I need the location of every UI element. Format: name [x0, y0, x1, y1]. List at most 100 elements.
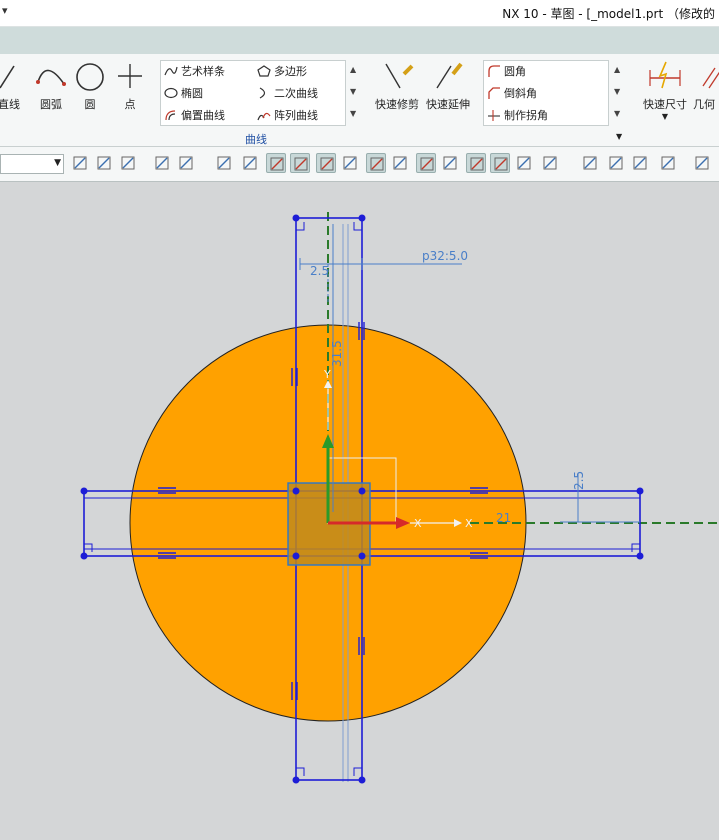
layer-icon: [609, 156, 623, 170]
filter-button[interactable]: [94, 153, 114, 173]
dimension-width-label[interactable]: 2.5: [310, 264, 329, 278]
point-on-curve-icon: [494, 157, 508, 171]
face-button[interactable]: [514, 153, 534, 173]
snap-point-icon: [270, 157, 284, 171]
vertex-point[interactable]: [358, 552, 366, 560]
point-on-curve-button[interactable]: [490, 153, 510, 173]
vertex-point[interactable]: [292, 487, 300, 495]
geometric-constraints-button[interactable]: 几何: [693, 58, 719, 112]
intersection-icon: [370, 157, 384, 171]
vertex-point[interactable]: [80, 487, 88, 495]
gear-icon: [661, 156, 675, 170]
render-icon: [695, 156, 709, 170]
curve-point-button[interactable]: [340, 153, 360, 173]
offset-curve-label: 偏置曲线: [181, 109, 225, 122]
layer-button[interactable]: [606, 153, 626, 173]
quick-access-dropdown-icon[interactable]: ▾: [2, 4, 8, 17]
arc-button[interactable]: 圆弧: [32, 58, 70, 112]
vertex-point[interactable]: [636, 552, 644, 560]
vertex-point[interactable]: [80, 552, 88, 560]
gallery-item-conic[interactable]: 二次曲线: [257, 85, 318, 101]
gallery-item-offset-curve[interactable]: 偏置曲线: [164, 107, 225, 123]
refresh-icon: [633, 156, 647, 170]
midpoint-icon: [320, 157, 334, 171]
endpoint-button[interactable]: [290, 153, 310, 173]
dimension-p32-label[interactable]: p32:5.0: [422, 249, 468, 263]
circle-label: 圆: [84, 98, 96, 111]
rapid-dimension-dropdown-icon[interactable]: ▼: [640, 112, 690, 121]
point-label: 点: [124, 98, 136, 111]
refresh-button[interactable]: [630, 153, 650, 173]
circle-button[interactable]: 圆: [71, 58, 109, 112]
midpoint-button[interactable]: [316, 153, 336, 173]
line-button[interactable]: 直线: [0, 58, 28, 112]
line-label: 直线: [0, 98, 20, 111]
vertex-point[interactable]: [292, 214, 300, 222]
vertex-point[interactable]: [358, 214, 366, 222]
view-button[interactable]: [580, 153, 600, 173]
move-button[interactable]: [152, 153, 172, 173]
gallery-item-pattern-curve[interactable]: 阵列曲线: [257, 107, 318, 123]
gear-button[interactable]: [658, 153, 678, 173]
endpoint-icon: [294, 157, 308, 171]
quadrant-button[interactable]: [390, 153, 410, 173]
title-bar: ▾ NX 10 - 草图 - [_model1.prt （修改的: [0, 0, 719, 27]
quick-trim-button[interactable]: 快速修剪: [372, 58, 422, 112]
curve-group-label: 曲线: [245, 133, 267, 146]
vertex-point[interactable]: [292, 552, 300, 560]
snap-point-button[interactable]: [266, 153, 286, 173]
circle-icon: [71, 58, 109, 96]
vertex-point[interactable]: [358, 487, 366, 495]
spline-icon: [164, 65, 178, 77]
vertex-point[interactable]: [358, 776, 366, 784]
gallery-item-polygon[interactable]: 多边形: [257, 63, 307, 79]
vertex-point[interactable]: [292, 776, 300, 784]
arc-label: 圆弧: [40, 98, 62, 111]
corner-gallery-scroll[interactable]: ▲ ▼ ▼: [614, 64, 620, 119]
dimension-p32[interactable]: p32:5.0 2.5: [299, 249, 468, 302]
quick-extend-label: 快速延伸: [426, 98, 470, 111]
fillet-label: 圆角: [504, 65, 526, 78]
center-icon: [420, 157, 434, 171]
geometric-constraints-label: 几何: [693, 98, 715, 111]
curve-gallery-scroll[interactable]: ▲ ▼ ▼: [350, 64, 356, 119]
render-button[interactable]: [692, 153, 712, 173]
gallery-item-fillet[interactable]: 圆角: [487, 63, 526, 79]
select-feature-button[interactable]: [70, 153, 90, 173]
snap-select-button[interactable]: [118, 153, 138, 173]
shaded-body-button[interactable]: [214, 153, 234, 173]
arc-icon: [32, 58, 70, 96]
dimension-right-width-label[interactable]: 2.5: [572, 471, 586, 490]
center-button[interactable]: [416, 153, 436, 173]
point-icon: [111, 58, 149, 96]
rapid-dimension-button[interactable]: 快速尺寸 ▼: [640, 58, 690, 121]
quick-extend-button[interactable]: 快速延伸: [423, 58, 473, 112]
select-feature-icon: [73, 156, 87, 170]
chamfer-label: 倒斜角: [504, 87, 537, 100]
grid-button[interactable]: [540, 153, 560, 173]
pattern-curve-icon: [257, 109, 271, 121]
gallery-item-ellipse[interactable]: 椭圆: [164, 85, 203, 101]
crosshair-button[interactable]: [466, 153, 486, 173]
conic-icon: [257, 87, 271, 99]
corner-gallery: 圆角 倒斜角 制作拐角: [483, 60, 609, 126]
dimension-right-length-label[interactable]: 21: [496, 511, 511, 525]
point-button[interactable]: 点: [111, 58, 149, 112]
intersection-button[interactable]: [366, 153, 386, 173]
vertex-point[interactable]: [636, 487, 644, 495]
box-select-button[interactable]: [176, 153, 196, 173]
arc-center-icon: [443, 156, 457, 170]
sketch-view[interactable]: p32:5.0 2.5 31.5 2.5 21 X X Y: [0, 182, 719, 837]
selection-filter-dropdown[interactable]: ▼: [0, 154, 64, 174]
gallery-item-chamfer[interactable]: 倒斜角: [487, 85, 537, 101]
graphics-window[interactable]: p32:5.0 2.5 31.5 2.5 21 X X Y: [0, 182, 719, 837]
dimension-height-label[interactable]: 31.5: [330, 340, 344, 367]
gallery-item-spline[interactable]: 艺术样条: [164, 63, 225, 79]
chamfer-icon: [487, 87, 501, 99]
conic-label: 二次曲线: [274, 87, 318, 100]
ribbon-group-dropdown-icon[interactable]: ▼: [616, 132, 622, 141]
quick-trim-icon: [372, 58, 422, 96]
cube-button[interactable]: [240, 153, 260, 173]
gallery-item-make-corner[interactable]: 制作拐角: [487, 107, 548, 123]
arc-center-button[interactable]: [440, 153, 460, 173]
